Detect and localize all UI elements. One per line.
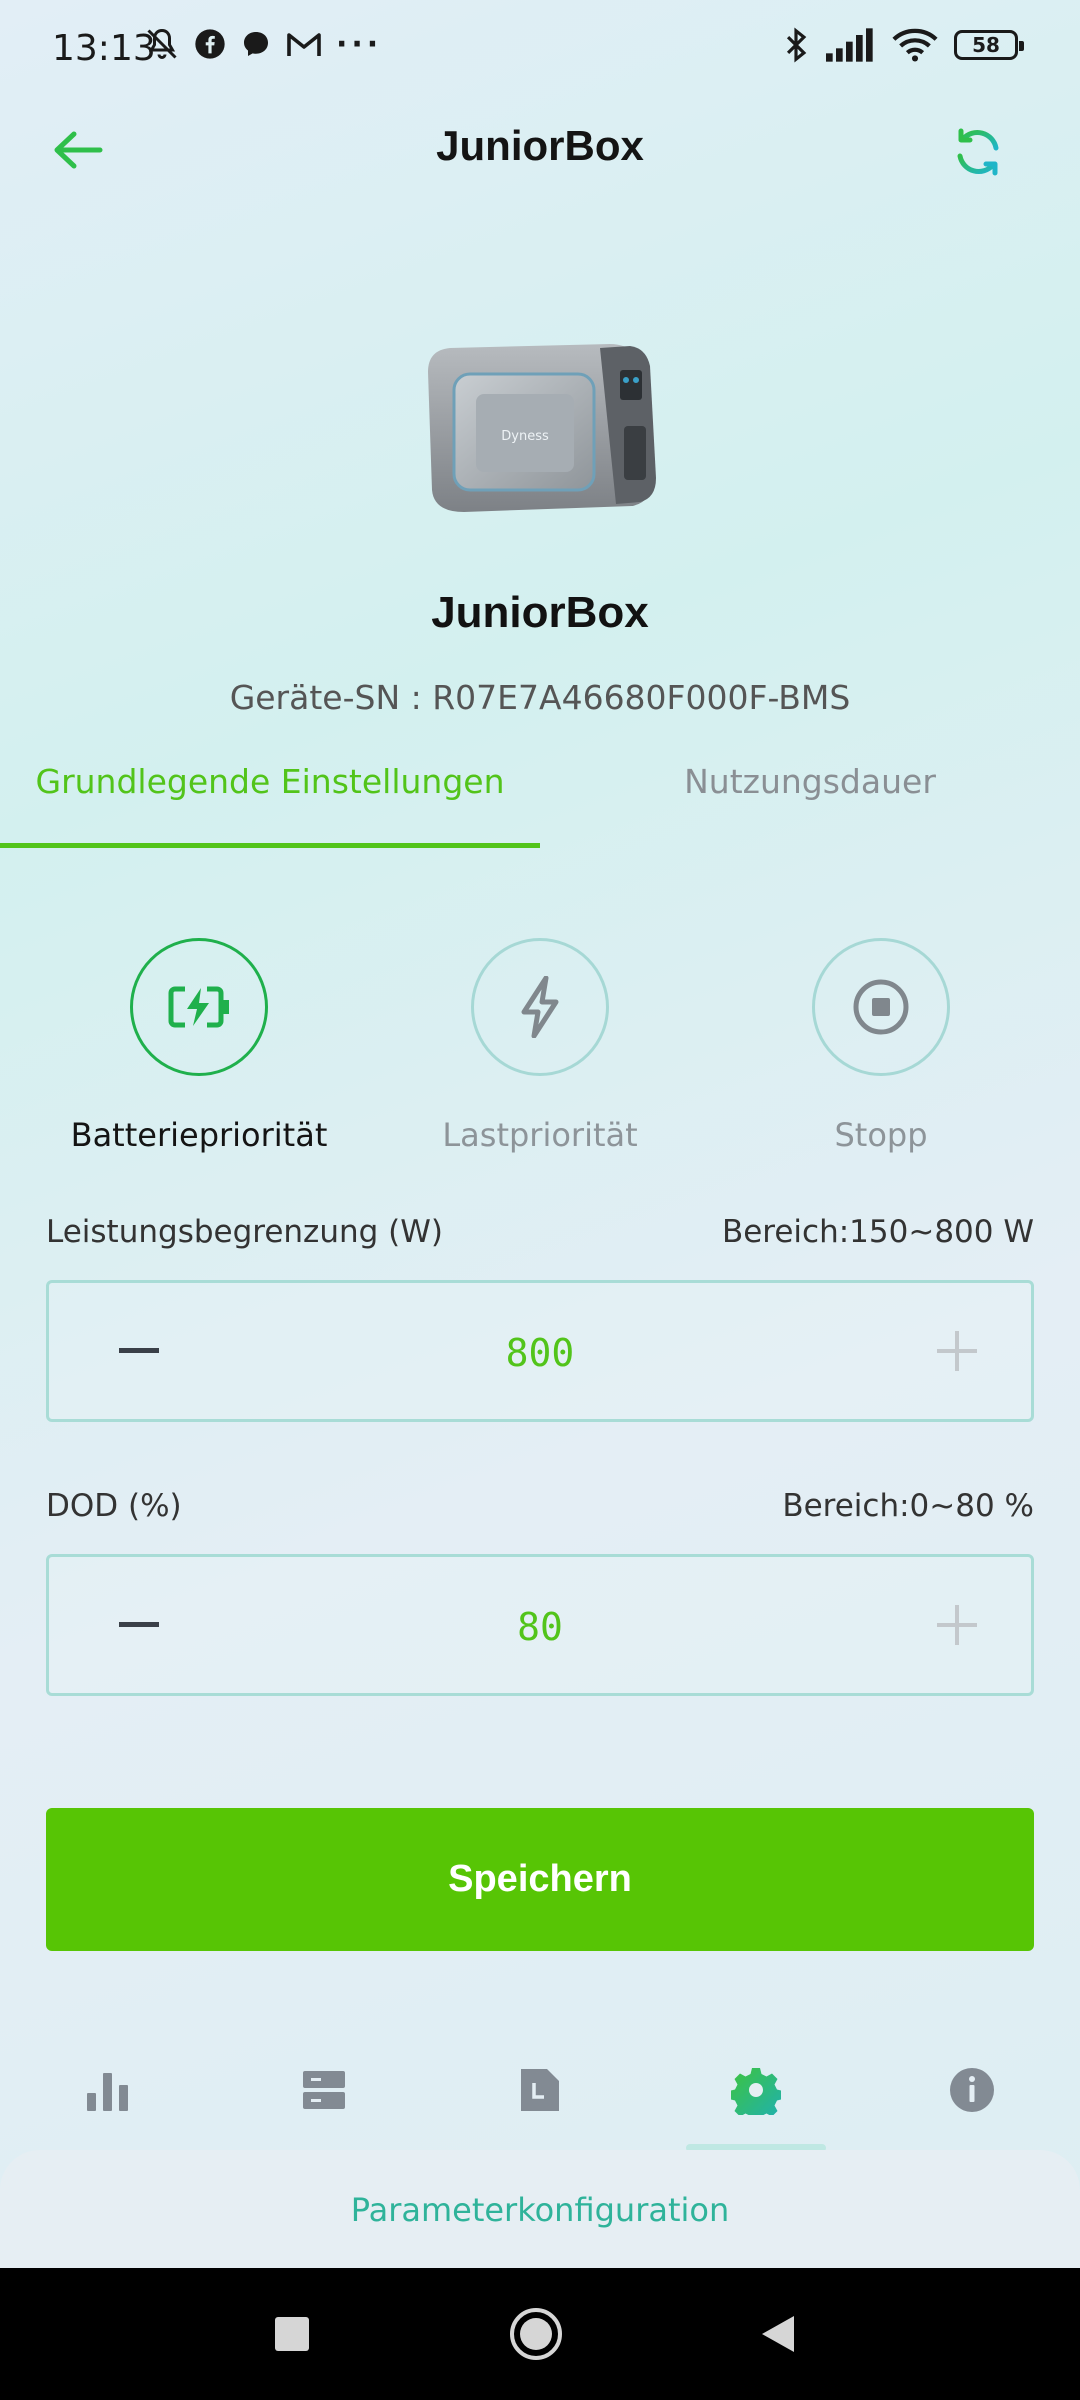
sheet-title: Parameterkonfiguration [350, 2191, 730, 2229]
system-navigation-bar [0, 2268, 1080, 2400]
bar-chart-icon [87, 2073, 128, 2111]
tab-active-indicator [0, 843, 540, 848]
save-button[interactable]: Speichern [46, 1808, 1034, 1951]
device-image: Dyness [428, 344, 656, 512]
home-button[interactable] [502, 2300, 570, 2368]
mode-stop-label: Stopp [834, 1116, 928, 1154]
mode-load-label: Lastpriorität [442, 1116, 638, 1154]
storage-icon [303, 2071, 345, 2109]
bluetooth-icon [786, 27, 807, 63]
tab-basic-settings[interactable]: Grundlegende Einstellungen [0, 762, 540, 801]
recents-button[interactable] [258, 2300, 326, 2368]
tab-usage-duration[interactable]: Nutzungsdauer [540, 762, 1080, 801]
wifi-icon [892, 28, 938, 62]
dod-range: Bereich:0~80 % [782, 1488, 1034, 1524]
gmail-icon [287, 33, 321, 56]
battery-charging-icon [168, 986, 229, 1028]
info-icon [950, 2068, 994, 2112]
device-serial: Geräte-SN : R07E7A46680F000F-BMS [229, 678, 851, 717]
power-limit-stepper: 800 [46, 1280, 1034, 1422]
dod-value[interactable]: 80 [49, 1605, 1031, 1649]
notification-icons: ··· [144, 26, 382, 62]
triangle-back-icon [762, 2316, 794, 2352]
nav-reports[interactable] [500, 2050, 580, 2130]
dod-stepper: 80 [46, 1554, 1034, 1696]
nav-devices[interactable] [284, 2050, 364, 2130]
bottom-sheet: Parameterkonfiguration [0, 2150, 1080, 2270]
messenger-icon [244, 32, 268, 56]
nav-info[interactable] [932, 2050, 1012, 2130]
bell-off-icon [147, 28, 177, 59]
facebook-icon [195, 29, 225, 59]
plus-icon [937, 1605, 977, 1645]
plus-icon [937, 1331, 977, 1371]
device-name: JuniorBox [431, 588, 649, 637]
power-limit-value[interactable]: 800 [49, 1331, 1031, 1375]
stop-icon [853, 979, 909, 1035]
back-system-button[interactable] [744, 2300, 812, 2368]
nav-settings[interactable] [716, 2050, 796, 2130]
circle-home-icon [510, 2308, 562, 2360]
device-brand-text: Dyness [501, 429, 549, 444]
mode-load-circle [471, 938, 609, 1076]
battery-level: 58 [972, 33, 1000, 57]
lightning-icon [521, 976, 559, 1038]
more-dots-icon: ··· [336, 26, 383, 62]
document-icon [521, 2069, 559, 2111]
system-icons: 58 [782, 26, 1024, 64]
dod-label: DOD (%) [46, 1488, 182, 1524]
refresh-button[interactable] [946, 120, 1010, 184]
power-limit-label: Leistungsbegrenzung (W) [46, 1214, 443, 1250]
page-title: JuniorBox [436, 122, 644, 169]
mode-stop[interactable]: Stopp [711, 938, 1051, 1154]
mode-battery-priority[interactable]: Batteriepriorität [29, 938, 369, 1154]
mode-battery-label: Batteriepriorität [70, 1116, 328, 1154]
mode-load-priority[interactable]: Lastpriorität [370, 938, 710, 1154]
mode-stop-circle [812, 938, 950, 1076]
refresh-icon [957, 128, 999, 176]
signal-icon [826, 28, 873, 62]
mode-battery-circle [130, 938, 268, 1076]
battery-icon: 58 [954, 30, 1024, 60]
square-recents-icon [275, 2317, 309, 2351]
nav-statistics[interactable] [68, 2050, 148, 2130]
settings-gear-icon [731, 2068, 781, 2115]
power-limit-range: Bereich:150~800 W [721, 1214, 1034, 1250]
status-time: 13:13 [52, 28, 156, 69]
dod-increment-button[interactable] [929, 1597, 985, 1653]
power-limit-increment-button[interactable] [929, 1323, 985, 1379]
